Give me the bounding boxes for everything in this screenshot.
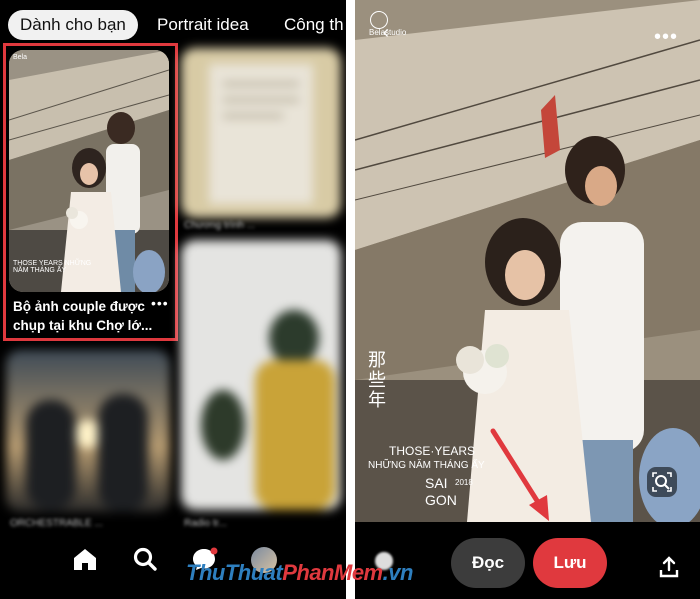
pin-caption-blurred: Radio tr... [184,518,227,529]
save-button[interactable]: Lưu [533,538,607,588]
red-arrow-annotation [490,428,549,521]
watermark-part-c: .vn [382,560,414,585]
home-icon[interactable] [71,545,99,573]
site-watermark: ThuThuatPhanMem.vn [186,560,413,586]
pinterest-home-feed: Dành cho bạn Portrait idea Công th Bela [0,0,346,599]
photo-city-sai: SAI [425,475,448,491]
photo-vietnamese-text: NHỮNG NĂM THÁNG ẤY [368,460,485,471]
tab-for-you[interactable]: Dành cho bạn [8,10,138,40]
pin-title[interactable]: Bộ ảnh couple được chụp tại khu Chợ lớ..… [13,297,161,335]
photo-those-years-text: THOSE·YEARS [389,444,476,458]
pin-blurred-sunset[interactable] [6,350,170,512]
visual-search-lens-icon[interactable] [647,467,677,497]
more-options-button[interactable]: ••• [654,26,678,49]
pin-caption-blurred: Chương trình ... [184,220,256,231]
read-button[interactable]: Đọc [451,538,525,588]
watermark-part-b: PhanMem [282,560,383,585]
tab-cong-thuc[interactable]: Công th [284,10,344,40]
share-icon[interactable] [659,556,679,578]
search-icon[interactable] [131,545,159,573]
photo-chinese-text: 那 些 年 [368,350,386,410]
pin-blurred-document[interactable] [181,48,341,218]
pin-caption-blurred: ORCHESTRABLE ... [10,518,103,529]
pin-closeup-image[interactable]: Belastudio ‹ ••• 那 些 年 THOSE·YEARS NHỮNG… [355,0,700,522]
pin-more-button[interactable]: ••• [151,295,169,311]
pin-blurred-couple-yellow[interactable] [181,240,341,510]
watermark-part-a: ThuThuat [186,560,283,585]
photo-year-text: 2018 [455,478,473,487]
photo-city-gon: GON [425,492,457,508]
tab-portrait-idea[interactable]: Portrait idea [157,10,249,40]
pin-detail-view: Belastudio ‹ ••• 那 些 年 THOSE·YEARS NHỮNG… [355,0,700,599]
tab-bar: Dành cho bạn Portrait idea Công th [0,0,346,46]
back-icon[interactable]: ‹ [383,22,389,43]
